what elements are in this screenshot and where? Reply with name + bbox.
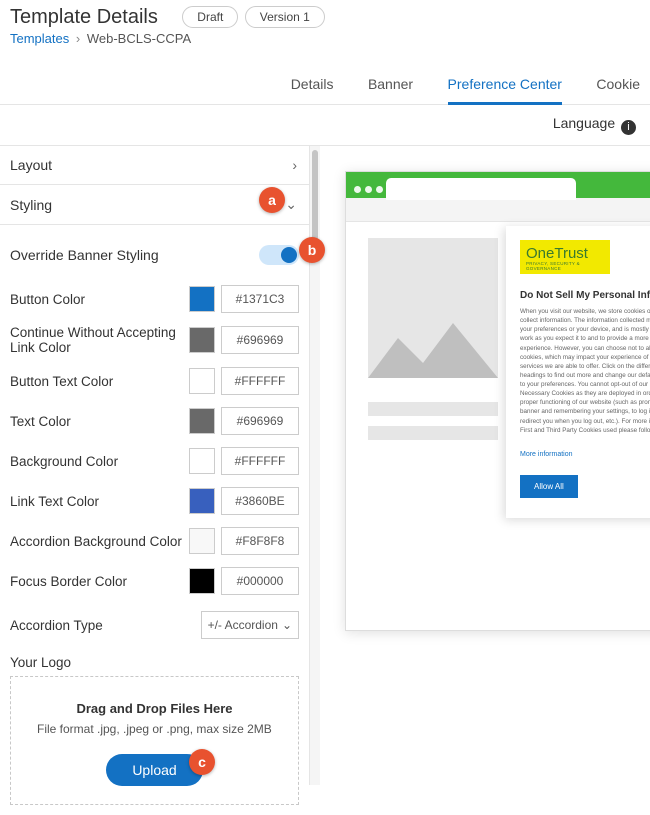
tab-preference-center[interactable]: Preference Center [448,66,562,105]
styling-panel: Override Banner Styling b Button Color #1… [0,225,309,815]
logo-dropzone[interactable]: Drag and Drop Files Here File format .jp… [10,676,299,805]
section-layout[interactable]: Layout › [0,146,309,185]
color-hex-input[interactable]: #000000 [221,567,299,595]
scrollbar-thumb[interactable] [312,150,318,240]
onetrust-logo: OneTrust PRIVACY, SECURITY & GOVERNANCE [520,240,610,274]
color-hex-input[interactable]: #1371C3 [221,285,299,313]
preview-url-bar [346,198,650,222]
pill-version: Version 1 [245,6,325,28]
logo-label: Your Logo [10,649,299,676]
color-row-2: Button Text Color #FFFFFF [10,361,299,401]
placeholder-bar-2 [368,426,498,440]
color-label: Link Text Color [10,494,189,509]
preview-pane: OneTrust PRIVACY, SECURITY & GOVERNANCE … [320,146,650,785]
section-styling[interactable]: Styling ⌄ a [0,185,309,225]
accordion-type-value: +/- Accordion [208,618,278,632]
color-row-5: Link Text Color #3860BE [10,481,299,521]
color-hex-input[interactable]: #696969 [221,407,299,435]
color-label: Continue Without Accepting Link Color [10,325,189,355]
onetrust-logo-tag: PRIVACY, SECURITY & GOVERNANCE [526,261,604,271]
language-row: Language i [0,105,650,145]
color-swatch[interactable] [189,286,215,312]
sidebar: Layout › Styling ⌄ a Override Banner Sty… [0,146,310,785]
color-swatch[interactable] [189,368,215,394]
annotation-b: b [299,237,325,263]
placeholder-image [368,238,498,378]
color-hex-input[interactable]: #FFFFFF [221,447,299,475]
color-swatch[interactable] [189,408,215,434]
chevron-right-icon: › [292,157,297,173]
color-swatch[interactable] [189,568,215,594]
color-swatch[interactable] [189,528,215,554]
tab-cookie[interactable]: Cookie [596,66,640,104]
preview-allow-all-button[interactable]: Allow All [520,475,578,498]
color-hex-input[interactable]: #696969 [221,326,299,354]
color-hex-input[interactable]: #3860BE [221,487,299,515]
color-label: Button Color [10,292,189,307]
color-row-3: Text Color #696969 [10,401,299,441]
preview-more-info-link[interactable]: More information [520,451,573,458]
info-icon[interactable]: i [621,120,636,135]
color-label: Focus Border Color [10,574,189,589]
annotation-c: c [189,749,215,775]
section-layout-label: Layout [10,157,52,173]
onetrust-logo-text: OneTrust [526,246,604,261]
language-label: Language [553,115,615,131]
tab-details[interactable]: Details [291,66,334,104]
breadcrumb-current: Web-BCLS-CCPA [87,31,191,46]
color-row-6: Accordion Background Color #F8F8F8 [10,521,299,561]
tab-banner[interactable]: Banner [368,66,413,104]
color-label: Accordion Background Color [10,534,189,549]
color-row-7: Focus Border Color #000000 [10,561,299,601]
accordion-type-select[interactable]: +/- Accordion ⌄ [201,611,299,639]
color-swatch[interactable] [189,448,215,474]
preview-browser-top [346,172,650,198]
override-label: Override Banner Styling [10,247,159,263]
preview-modal: OneTrust PRIVACY, SECURITY & GOVERNANCE … [506,226,650,518]
color-row-0: Button Color #1371C3 [10,279,299,319]
page-header: Template Details Draft Version 1 Templat… [0,0,650,46]
preview-modal-title: Do Not Sell My Personal Information [520,290,650,301]
page-title: Template Details [10,6,158,29]
accordion-type-label: Accordion Type [10,618,201,633]
chevron-down-icon: ⌄ [282,618,292,632]
color-hex-input[interactable]: #FFFFFF [221,367,299,395]
color-hex-input[interactable]: #F8F8F8 [221,527,299,555]
section-styling-label: Styling [10,197,52,213]
chevron-down-icon: ⌄ [285,196,297,213]
annotation-a: a [259,187,285,213]
color-row-1: Continue Without Accepting Link Color #69… [10,319,299,361]
breadcrumb-root[interactable]: Templates [10,31,69,46]
tab-bar: Details Banner Preference Center Cookie [0,46,650,105]
breadcrumb: Templates › Web-BCLS-CCPA [10,29,640,46]
chevron-right-icon: › [76,31,80,46]
main-area: Layout › Styling ⌄ a Override Banner Sty… [0,145,650,785]
override-toggle[interactable] [259,245,299,265]
color-label: Background Color [10,454,189,469]
pill-draft: Draft [182,6,238,28]
color-label: Button Text Color [10,374,189,389]
dropzone-title: Drag and Drop Files Here [29,701,280,716]
placeholder-bar-1 [368,402,498,416]
color-label: Text Color [10,414,189,429]
preview-browser: OneTrust PRIVACY, SECURITY & GOVERNANCE … [345,171,650,631]
preview-modal-body: When you visit our website, we store coo… [520,307,650,435]
override-row: Override Banner Styling b [10,231,299,279]
color-swatch[interactable] [189,488,215,514]
status-pills: Draft Version 1 [182,6,327,28]
preview-body: OneTrust PRIVACY, SECURITY & GOVERNANCE … [346,222,650,631]
accordion-type-row: Accordion Type +/- Accordion ⌄ [10,601,299,649]
color-row-4: Background Color #FFFFFF [10,441,299,481]
dropzone-sub: File format .jpg, .jpeg or .png, max siz… [29,722,280,736]
color-swatch[interactable] [189,327,215,353]
